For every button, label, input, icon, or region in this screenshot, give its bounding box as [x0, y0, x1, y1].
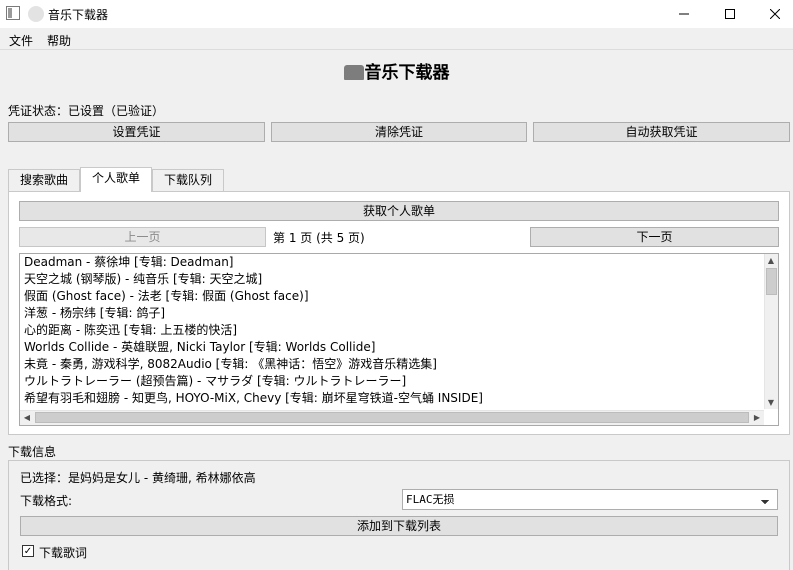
clear-credential-button[interactable]: 清除凭证: [271, 122, 527, 142]
menu-help[interactable]: 帮助: [47, 32, 71, 49]
list-item[interactable]: Worlds Collide - 英雄联盟, Nicki Taylor [专辑:…: [24, 339, 375, 356]
list-item[interactable]: 希望有羽毛和翅膀 - 知更鸟, HOYO-MiX, Chevy [专辑: 崩坏星…: [24, 390, 483, 407]
list-item[interactable]: 洋葱 - 杨宗纬 [专辑: 鸽子]: [24, 305, 165, 322]
menu-file[interactable]: 文件: [9, 32, 33, 49]
tab-search[interactable]: 搜索歌曲: [8, 169, 80, 191]
page-title: 音乐下载器: [0, 58, 793, 83]
folder-icon: [343, 65, 364, 80]
vertical-scroll-thumb[interactable]: [766, 268, 777, 295]
lyrics-checkbox[interactable]: ✓: [22, 545, 34, 557]
credential-status: 凭证状态：已设置（已验证）: [8, 104, 165, 118]
set-credential-button[interactable]: 设置凭证: [8, 122, 265, 142]
selected-song: 已选择：是妈妈是女儿 - 黄绮珊, 希林娜依高: [20, 471, 256, 485]
minimize-icon: [679, 13, 689, 15]
format-label: 下载格式:: [20, 494, 73, 508]
format-select-value: FLAC无损: [406, 493, 455, 506]
page-title-text: 音乐下载器: [364, 63, 450, 83]
add-to-queue-button[interactable]: 添加到下载列表: [20, 516, 778, 536]
scroll-left-icon[interactable]: ◀: [20, 411, 34, 425]
maximize-icon: [725, 9, 735, 19]
download-section-title: 下载信息: [8, 445, 57, 459]
next-page-button[interactable]: 下一页: [530, 227, 779, 247]
song-list[interactable]: Deadman - 蔡徐坤 [专辑: Deadman] 天空之城 (钢琴版) -…: [19, 253, 779, 426]
format-select[interactable]: FLAC无损: [402, 489, 778, 510]
fetch-playlist-button[interactable]: 获取个人歌单: [19, 201, 779, 221]
maximize-button[interactable]: [707, 0, 753, 28]
tab-download-queue[interactable]: 下载队列: [152, 169, 224, 191]
list-item[interactable]: Deadman - 蔡徐坤 [专辑: Deadman]: [24, 254, 233, 271]
app-logo-icon: [28, 6, 44, 22]
app-window-icon: [6, 6, 20, 20]
tab-playlist[interactable]: 个人歌单: [80, 167, 152, 192]
prev-page-button[interactable]: 上一页: [19, 227, 266, 247]
close-icon: [770, 9, 780, 19]
list-item[interactable]: 未竟 - 秦勇, 游戏科学, 8082Audio [专辑: 《黑神话：悟空》游戏…: [24, 356, 437, 373]
list-item[interactable]: 假面 (Ghost face) - 法老 [专辑: 假面 (Ghost face…: [24, 288, 309, 305]
horizontal-scroll-thumb[interactable]: [35, 412, 749, 423]
scroll-right-icon[interactable]: ▶: [750, 411, 764, 425]
list-item[interactable]: 心的距离 - 陈奕迅 [专辑: 上五楼的快活]: [24, 322, 237, 339]
auto-credential-button[interactable]: 自动获取凭证: [533, 122, 790, 142]
page-info: 第 1 页 (共 5 页): [273, 231, 365, 245]
window-title: 音乐下载器: [48, 8, 109, 22]
menu-bar: [0, 28, 793, 50]
chevron-down-icon: [760, 495, 770, 505]
list-item[interactable]: 天空之城 (钢琴版) - 纯音乐 [专辑: 天空之城]: [24, 271, 262, 288]
list-item[interactable]: ウルトラトレーラー (超预告篇) - マサラダ [专辑: ウルトラトレーラー]: [24, 373, 406, 390]
scroll-up-icon[interactable]: ▲: [764, 254, 778, 268]
scroll-down-icon[interactable]: ▼: [764, 396, 778, 410]
minimize-button[interactable]: [661, 0, 707, 28]
lyrics-label: 下载歌词: [39, 546, 88, 560]
close-button[interactable]: [752, 0, 793, 28]
